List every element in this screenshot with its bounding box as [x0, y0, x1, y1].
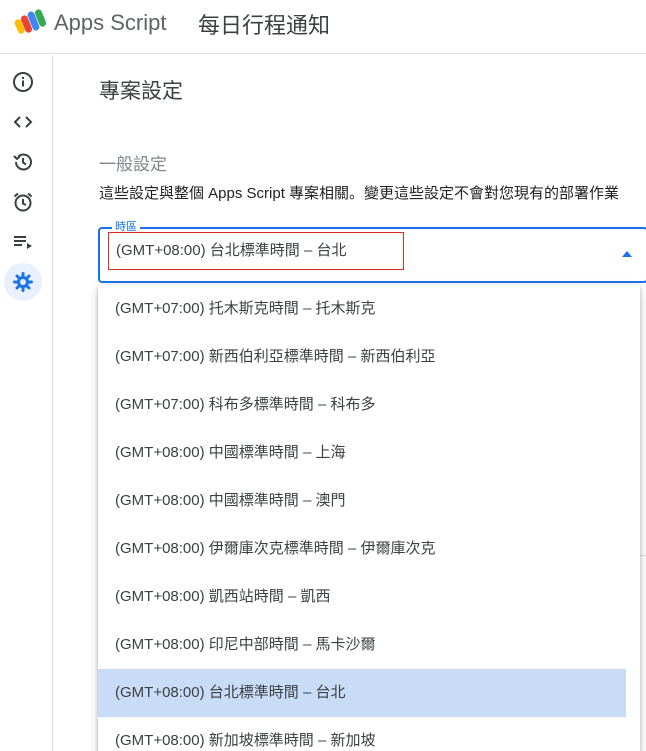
section-description: 這些設定與整個 Apps Script 專案相關。變更這些設定不會對您現有的部署… [99, 185, 620, 202]
timezone-dropdown-menu[interactable]: (GMT+07:00) 托木斯克時間 – 托木斯克 (GMT+07:00) 新西伯… [98, 285, 640, 751]
section-title: 一般設定 [99, 155, 167, 174]
side-nav [0, 55, 53, 751]
timezone-option[interactable]: (GMT+07:00) 新西伯利亞標準時間 – 新西伯利亞 [98, 333, 626, 381]
dropdown-scrollbar[interactable] [626, 285, 640, 751]
nav-editor[interactable] [4, 103, 42, 141]
project-name[interactable]: 每日行程通知 [198, 8, 330, 40]
page-title: 專案設定 [99, 80, 183, 103]
app-name: Apps Script [54, 10, 167, 35]
nav-project-settings[interactable] [4, 263, 42, 301]
history-icon [13, 153, 32, 171]
nav-triggers[interactable] [4, 183, 42, 221]
nav-executions[interactable] [4, 223, 42, 261]
timezone-option[interactable]: (GMT+07:00) 科布多標準時間 – 科布多 [98, 381, 626, 429]
nav-history[interactable] [4, 143, 42, 181]
timezone-option[interactable]: (GMT+08:00) 中國標準時間 – 澳門 [98, 477, 626, 525]
apps-script-logo[interactable] [14, 6, 48, 36]
playlist-icon [14, 236, 32, 249]
timezone-option[interactable]: (GMT+07:00) 托木斯克時間 – 托木斯克 [98, 285, 626, 333]
code-icon [13, 116, 33, 128]
timezone-value: (GMT+08:00) 台北標準時間 – 台北 [108, 232, 404, 270]
timezone-option[interactable]: (GMT+08:00) 新加坡標準時間 – 新加坡 [98, 717, 626, 751]
dropdown-arrow-icon[interactable] [622, 251, 632, 257]
timezone-option[interactable]: (GMT+08:00) 中國標準時間 – 上海 [98, 429, 626, 477]
timezone-option[interactable]: (GMT+08:00) 台北標準時間 – 台北 [98, 669, 626, 717]
gear-icon [13, 272, 33, 292]
timezone-option[interactable]: (GMT+08:00) 凱西站時間 – 凱西 [98, 573, 626, 621]
top-bar: Apps Script 每日行程通知 [0, 0, 646, 54]
nav-overview[interactable] [4, 63, 42, 101]
timezone-select[interactable]: 時區 (GMT+08:00) 台北標準時間 – 台北 [98, 220, 646, 283]
info-icon [13, 72, 33, 92]
timezone-option[interactable]: (GMT+08:00) 印尼中部時間 – 馬卡沙爾 [98, 621, 626, 669]
timezone-option[interactable]: (GMT+08:00) 伊爾庫次克標準時間 – 伊爾庫次克 [98, 525, 626, 573]
alarm-icon [13, 192, 33, 212]
